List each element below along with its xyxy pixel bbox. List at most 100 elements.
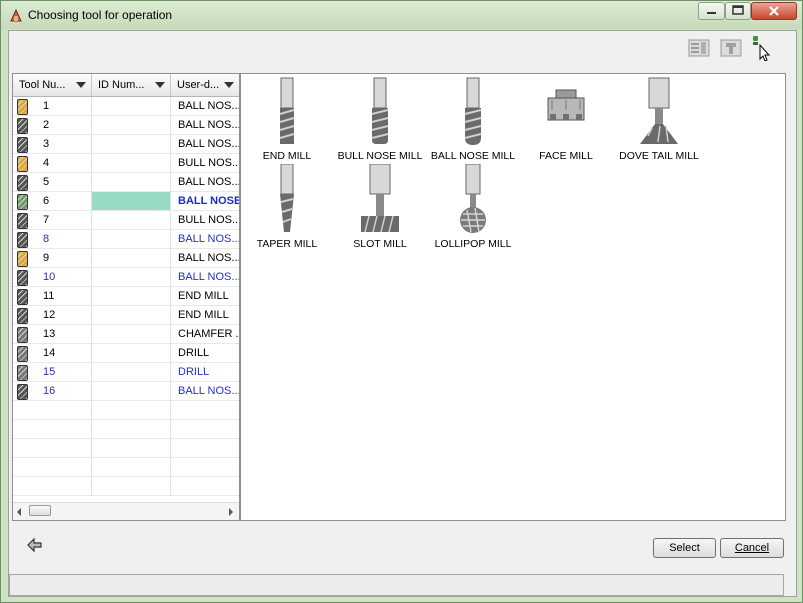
tool-number-cell: 10 [13, 268, 92, 286]
table-row[interactable]: 2 BALL NOS... [13, 116, 239, 135]
title-bar[interactable]: Choosing tool for operation [1, 1, 802, 29]
close-button[interactable] [751, 2, 797, 20]
user-defined-name-cell: END MILL [178, 290, 229, 302]
app-icon [10, 8, 22, 22]
table-row[interactable]: 12 END MILL [13, 306, 239, 325]
column-header-id-number[interactable]: ID Num... [92, 74, 171, 96]
user-defined-name-cell: BALL NOS... [178, 138, 239, 150]
select-button-label: Select [669, 542, 700, 554]
id-number-cell [92, 154, 171, 172]
scroll-left-arrow-icon[interactable] [17, 508, 21, 516]
tool-type-bull-nose-mill[interactable]: BULL NOSE MILL [334, 76, 426, 162]
tool-view-icon[interactable] [720, 38, 742, 58]
window-title: Choosing tool for operation [28, 8, 173, 22]
cancel-button[interactable]: Cancel [720, 538, 784, 558]
table-row[interactable]: 3 BALL NOS... [13, 135, 239, 154]
scrollbar-thumb[interactable] [29, 505, 51, 516]
sort-dropdown-icon[interactable] [155, 82, 165, 88]
scroll-right-arrow-icon[interactable] [229, 508, 233, 516]
table-row[interactable]: 6 BALL NOSE [13, 192, 239, 211]
tool-type-taper-mill[interactable]: TAPER MILL [241, 164, 333, 250]
dialog-client-area: Tool Nu... ID Num... User-d... 1 BALL NOS… [8, 30, 797, 597]
tool-type-label: LOLLIPOP MILL [434, 238, 512, 250]
slot-mill-icon [361, 164, 399, 233]
table-row[interactable]: 4 BULL NOS... [13, 154, 239, 173]
tool-type-face-mill[interactable]: FACE MILL [520, 76, 612, 162]
tool-type-lollipop-mill[interactable]: LOLLIPOP MILL [427, 164, 519, 250]
empty-cell [13, 420, 92, 438]
tool-number-cell: 1 [13, 97, 92, 115]
table-row[interactable]: 10 BALL NOS... [13, 268, 239, 287]
table-row[interactable]: 8 BALL NOS... [13, 230, 239, 249]
maximize-icon [732, 5, 744, 15]
back-arrow-icon[interactable] [26, 537, 44, 553]
table-row[interactable]: 13 CHAMFER ... [13, 325, 239, 344]
table-row[interactable]: 1 BALL NOS... [13, 97, 239, 116]
empty-cell [171, 477, 239, 495]
tool-type-icon [17, 346, 28, 362]
user-defined-name-cell: BULL NOS... [178, 214, 239, 226]
tool-list-table[interactable]: Tool Nu... ID Num... User-d... 1 BALL NOS… [12, 73, 240, 521]
tool-type-dove-tail-mill[interactable]: DOVE TAIL MILL [613, 76, 705, 162]
id-number-cell [92, 344, 171, 362]
tool-type-label: DOVE TAIL MILL [619, 150, 699, 162]
table-row[interactable]: 16 BALL NOS... [13, 382, 239, 401]
column-header-tool-number[interactable]: Tool Nu... [13, 74, 92, 96]
sort-dropdown-icon[interactable] [76, 82, 86, 88]
tool-number-cell: 2 [13, 116, 92, 134]
id-number-cell [92, 268, 171, 286]
lollipop-mill-icon [460, 164, 486, 233]
user-defined-name-cell: BALL NOS... [178, 176, 239, 188]
user-defined-name-cell: DRILL [178, 347, 210, 359]
tool-number-cell: 7 [13, 211, 92, 229]
id-number-cell [92, 211, 171, 229]
tool-type-label: BULL NOSE MILL [337, 150, 423, 162]
tool-number: 10 [43, 271, 56, 283]
table-row[interactable]: 7 BULL NOS... [13, 211, 239, 230]
tool-type-icon [17, 232, 28, 248]
tool-number-cell: 9 [13, 249, 92, 267]
tool-type-icon [17, 251, 28, 267]
dialog-window: Choosing tool for operation Tool Nu... I… [0, 0, 803, 603]
id-number-cell [92, 116, 171, 134]
user-defined-name-cell: BULL NOS... [178, 157, 239, 169]
tool-number: 13 [43, 328, 56, 340]
horizontal-scrollbar[interactable] [13, 502, 239, 520]
tool-type-ball-nose-mill[interactable]: BALL NOSE MILL [427, 76, 519, 162]
tool-type-icon [17, 327, 28, 343]
tool-type-slot-mill[interactable]: SLOT MILL [334, 164, 426, 250]
table-header: Tool Nu... ID Num... User-d... [13, 74, 239, 97]
tool-type-label: FACE MILL [539, 150, 593, 162]
id-number-cell [92, 173, 171, 191]
maximize-button[interactable] [725, 2, 751, 20]
end-mill-icon [279, 77, 295, 144]
empty-cell [171, 420, 239, 438]
empty-cell [92, 420, 171, 438]
column-header-user-defined[interactable]: User-d... [171, 74, 239, 96]
sort-dropdown-icon[interactable] [224, 82, 234, 88]
empty-cell [92, 458, 171, 476]
table-row[interactable]: 9 BALL NOS... [13, 249, 239, 268]
tool-number: 16 [43, 385, 56, 397]
tool-number: 4 [43, 157, 50, 169]
empty-cell [13, 401, 92, 419]
table-row[interactable]: 11 END MILL [13, 287, 239, 306]
tool-type-label: TAPER MILL [256, 238, 318, 250]
table-row[interactable]: 15 DRILL [13, 363, 239, 382]
user-defined-name-cell: BALL NOSE [178, 195, 239, 207]
minimize-button[interactable] [698, 2, 725, 20]
table-view-icon[interactable] [688, 38, 710, 58]
table-row[interactable]: 5 BALL NOS... [13, 173, 239, 192]
table-row[interactable]: 14 DRILL [13, 344, 239, 363]
column-header-label: ID Num... [98, 79, 145, 91]
select-button[interactable]: Select [653, 538, 716, 558]
tool-type-end-mill[interactable]: END MILL [241, 76, 333, 162]
tool-type-icon [17, 194, 28, 210]
hover-select-icon[interactable] [751, 35, 773, 61]
user-defined-name-cell: DRILL [178, 366, 210, 378]
tool-type-label: SLOT MILL [353, 238, 407, 250]
cancel-button-label: Cancel [734, 542, 770, 554]
user-defined-name-cell: BALL NOS... [178, 385, 239, 397]
user-defined-name-cell: CHAMFER ... [178, 328, 239, 340]
tool-number-cell: 4 [13, 154, 92, 172]
